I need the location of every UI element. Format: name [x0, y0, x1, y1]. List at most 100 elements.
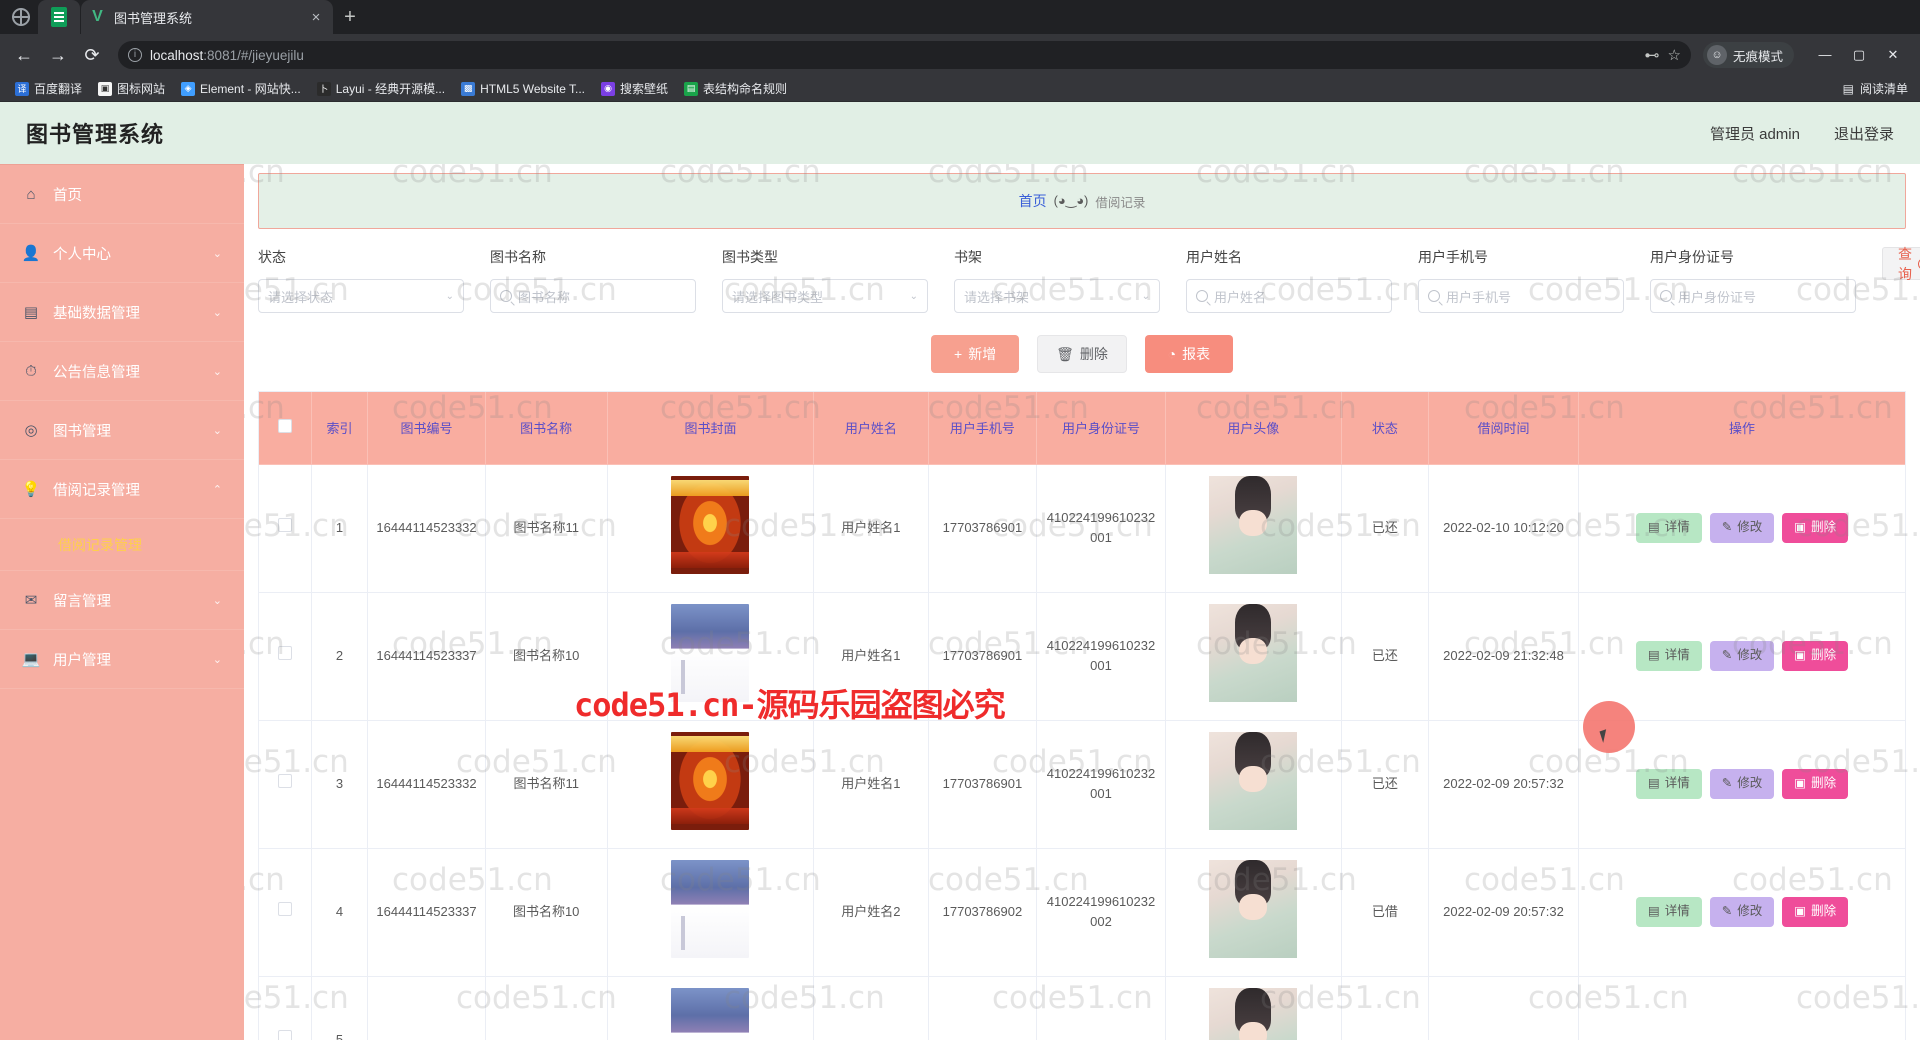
row-checkbox[interactable]	[277, 645, 292, 660]
search-button[interactable]: 查询	[1882, 246, 1920, 282]
avatar: ☺	[1706, 45, 1727, 65]
row-checkbox[interactable]	[277, 517, 292, 532]
edit-button[interactable]: ✎ 修改	[1709, 897, 1775, 927]
sidebar-item-book-management[interactable]: ◎ 图书管理 ⌄	[0, 401, 244, 460]
close-icon[interactable]: ×	[307, 9, 325, 26]
minimize-button[interactable]: —	[1808, 47, 1842, 63]
breadcrumb-home-link[interactable]: 首页	[1019, 191, 1047, 211]
bookmark-item[interactable]: ▤ 表结构命名规则	[677, 78, 794, 99]
detail-button[interactable]: ▤ 详情	[1635, 513, 1702, 543]
row-select-cell[interactable]	[259, 592, 312, 721]
bookmark-item[interactable]: ◉ 搜索壁纸	[594, 78, 675, 99]
incognito-indicator[interactable]: ☺ 无痕模式	[1702, 42, 1794, 68]
book-cover-image[interactable]	[671, 859, 750, 958]
back-icon[interactable]: ←	[10, 41, 38, 69]
row-select-cell[interactable]	[259, 720, 312, 849]
row-select-cell[interactable]	[259, 464, 312, 593]
bookmark-item[interactable]: ▩ HTML5 Website T...	[454, 80, 592, 98]
detail-button[interactable]: ▤ 详情	[1635, 641, 1702, 671]
add-button[interactable]: + 新增	[931, 335, 1020, 373]
cell-index: 4	[311, 848, 369, 977]
site-info-icon[interactable]: i	[128, 48, 142, 62]
edit-button[interactable]: ✎ 修改	[1709, 641, 1775, 671]
close-window-button[interactable]: ✕	[1876, 47, 1910, 63]
bookmark-item[interactable]: ▣ 图标网站	[91, 78, 172, 99]
detail-button[interactable]: ▤ 详情	[1635, 897, 1702, 927]
avatar[interactable]	[1209, 731, 1298, 830]
bookmark-item[interactable]: 译 百度翻译	[8, 78, 89, 99]
cell-operations: ▤ 详情 ✎ 修改 ▣ 删除	[1578, 592, 1905, 721]
address-bar[interactable]: i localhost:8081/#/jieyuejilu ⊷ ☆	[118, 41, 1691, 69]
sidebar-item-message-management[interactable]: ✉ 留言管理 ⌄	[0, 571, 244, 630]
row-select-cell[interactable]	[259, 976, 312, 1040]
avatar[interactable]	[1209, 475, 1298, 574]
extension-icon[interactable]: ⊷	[1645, 46, 1660, 64]
url-text: localhost:8081/#/jieyuejilu	[150, 48, 304, 63]
book-cover-image[interactable]	[671, 475, 750, 574]
detail-button[interactable]: ▤ 详情	[1635, 769, 1702, 799]
cell-book-no	[367, 976, 486, 1040]
avatar[interactable]	[1209, 987, 1298, 1040]
book-cover-image[interactable]	[671, 603, 750, 702]
column-header-book-no: 图书编号	[367, 392, 486, 465]
avatar[interactable]	[1209, 859, 1298, 958]
row-checkbox[interactable]	[277, 773, 292, 788]
bookmark-item[interactable]: 卜 Layui - 经典开源模...	[310, 78, 452, 99]
user-name-input[interactable]: 用户姓名	[1186, 279, 1392, 313]
book-cover-image[interactable]	[671, 731, 750, 830]
user-phone-input[interactable]: 用户手机号	[1418, 279, 1624, 313]
cell-status: 已还	[1341, 720, 1429, 849]
chevron-down-icon: ⌄	[909, 290, 918, 302]
row-checkbox[interactable]	[277, 1029, 292, 1040]
row-checkbox[interactable]	[277, 901, 292, 916]
row-select-cell[interactable]	[259, 848, 312, 977]
cell-status: 已借	[1341, 848, 1429, 977]
delete-button[interactable]: 🗑 删除	[1037, 335, 1127, 373]
book-type-placeholder: 请选择图书类型	[732, 289, 824, 305]
sidebar-item-basic-data[interactable]: ▤ 基础数据管理 ⌄	[0, 283, 244, 342]
cell-borrow-time: 2022-02-09 20:57:32	[1428, 720, 1580, 849]
user-id-card-input[interactable]: 用户身份证号	[1650, 279, 1856, 313]
reload-icon[interactable]: ⟳	[78, 41, 106, 69]
sidebar-item-home[interactable]: ⌂ 首页	[0, 165, 244, 224]
maximize-button[interactable]: ▢	[1842, 47, 1876, 63]
status-select[interactable]: 请选择状态 ⌄	[258, 279, 464, 313]
book-cover-image[interactable]	[671, 987, 750, 1040]
book-type-select[interactable]: 请选择图书类型 ⌄	[722, 279, 928, 313]
report-button[interactable]: ◔ 报表	[1144, 335, 1233, 373]
edit-button[interactable]: ✎ 修改	[1709, 513, 1775, 543]
avatar[interactable]	[1209, 603, 1298, 702]
sidebar-item-borrow-records[interactable]: 💡 借阅记录管理 ⌃	[0, 460, 244, 519]
cell-borrow-time: 2022-02-09 20:57:32	[1428, 848, 1580, 977]
table-body: 1 16444114523332 图书名称11 用户姓名1 17703786901 410…	[259, 464, 1905, 1040]
select-all-checkbox[interactable]	[277, 419, 292, 434]
sidebar-item-announcement[interactable]: ⏱ 公告信息管理 ⌄	[0, 342, 244, 401]
row-delete-button[interactable]: ▣ 删除	[1782, 769, 1849, 799]
sidebar-subitem-borrow-records[interactable]: 借阅记录管理	[0, 519, 244, 571]
book-name-input[interactable]: 图书名称	[490, 279, 696, 313]
shelf-select[interactable]: 请选择书架 ⌄	[954, 279, 1160, 313]
row-delete-button[interactable]: ▣ 删除	[1782, 513, 1849, 543]
bookmark-star-icon[interactable]: ☆	[1668, 46, 1681, 64]
forward-icon[interactable]: →	[44, 41, 72, 69]
profile-globe-icon[interactable]	[4, 0, 38, 34]
bookmark-label: 表结构命名规则	[703, 82, 788, 96]
bookmark-item[interactable]: ◈ Element - 网站快...	[174, 78, 308, 99]
row-delete-button[interactable]: ▣ 删除	[1782, 897, 1849, 927]
table-row: 4 16444114523337 图书名称10 用户姓名2 17703786902 410…	[259, 848, 1905, 977]
edit-button[interactable]: ✎ 修改	[1709, 769, 1775, 799]
browser-tab-active[interactable]: V 图书管理系统 ×	[81, 0, 333, 34]
cell-book-name: 图书名称10	[485, 592, 608, 721]
sidebar-item-user-management[interactable]: 💻 用户管理 ⌄	[0, 630, 244, 689]
select-all-header[interactable]	[259, 392, 312, 465]
row-delete-button[interactable]: ▣ 删除	[1782, 641, 1849, 671]
chevron-down-icon: ⌄	[445, 290, 454, 302]
cell-index: 3	[311, 720, 369, 849]
pinned-tab-sheets[interactable]	[38, 0, 80, 34]
trash-icon: ▣	[1794, 648, 1807, 663]
new-tab-button[interactable]: +	[333, 0, 367, 34]
reading-list-button[interactable]: ▤ 阅读清单	[1843, 80, 1912, 97]
logout-button[interactable]: 退出登录	[1834, 123, 1894, 144]
sidebar-item-personal-center[interactable]: 👤 个人中心 ⌄	[0, 224, 244, 283]
wallpaper-icon: ◉	[601, 81, 616, 96]
